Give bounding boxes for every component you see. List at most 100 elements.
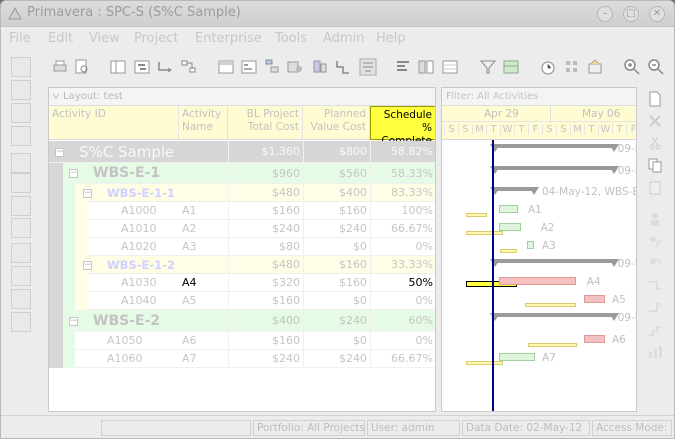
menu-view[interactable]: View [89, 31, 120, 46]
work-products-icon[interactable] [11, 218, 31, 238]
zoom-out-icon[interactable] [647, 58, 665, 76]
assign-step-icon[interactable] [647, 321, 663, 337]
cell-activity-name[interactable]: A6 [182, 332, 197, 350]
cell-bl-project-total-cost[interactable]: $160 [228, 292, 303, 310]
cell-schedule-percent-complete[interactable]: 0% [370, 332, 435, 350]
cell-planned-value-cost[interactable]: $0 [303, 332, 370, 350]
wbs-summary-bar[interactable] [490, 144, 619, 152]
layout-top-icon[interactable] [217, 58, 235, 76]
activity-row[interactable]: A1030 A4 $320 $160 50% [49, 274, 435, 292]
collapse-toggle-icon[interactable]: − [83, 189, 92, 198]
zoom-in-icon[interactable] [623, 58, 641, 76]
cell-bl-project-total-cost[interactable]: $160 [228, 332, 303, 350]
delete-icon[interactable] [647, 113, 663, 129]
cell-planned-value-cost[interactable]: $400 [303, 184, 370, 202]
wbs-summary-bar[interactable] [490, 259, 619, 267]
cell-activity-id[interactable]: A1040 [121, 292, 157, 310]
cell-planned-value-cost[interactable]: $160 [303, 202, 370, 220]
new-document-icon[interactable] [647, 91, 663, 107]
baseline-bar[interactable] [466, 361, 503, 365]
issues-icon[interactable] [11, 243, 31, 263]
schedule-icon[interactable] [359, 58, 377, 76]
cell-schedule-percent-complete[interactable]: 58.33% [370, 163, 435, 184]
cell-schedule-percent-complete[interactable]: 0% [370, 292, 435, 310]
activity-table-icon[interactable] [240, 58, 258, 76]
cell-activity-name[interactable]: A1 [182, 202, 197, 220]
minimize-button[interactable]: – [597, 6, 613, 22]
cell-activity-name[interactable]: A7 [182, 350, 197, 368]
activity-row[interactable]: A1040 A5 $160 $0 0% [49, 292, 435, 310]
activity-bar-actual[interactable] [526, 241, 534, 249]
cell-bl-project-total-cost[interactable]: $480 [228, 256, 303, 274]
cell-bl-project-total-cost[interactable]: $1,360 [228, 141, 303, 163]
header-planned-value-cost[interactable]: Planned Value Cost [303, 106, 370, 140]
wbs-summary-bar[interactable] [490, 166, 619, 174]
cell-activity-id[interactable]: A1050 [107, 332, 143, 350]
cell-planned-value-cost[interactable]: $0 [303, 292, 370, 310]
menu-tools[interactable]: Tools [275, 31, 307, 46]
assign-resource-icon[interactable] [647, 211, 663, 227]
print-preview-icon[interactable] [73, 58, 91, 76]
store-period-icon[interactable] [586, 58, 604, 76]
cell-bl-project-total-cost[interactable]: $240 [228, 350, 303, 368]
activity-bar-remaining[interactable] [584, 335, 605, 343]
activity-row[interactable]: A1000 A1 $160 $160 100% [49, 202, 435, 220]
tracking-icon[interactable] [11, 126, 31, 146]
columns-icon[interactable] [109, 58, 127, 76]
baseline-bar[interactable] [528, 343, 577, 347]
wbs-row[interactable]: − WBS-E-1-2 $480 $160 33.33% [49, 256, 435, 274]
cell-activity-id[interactable]: A1060 [107, 350, 143, 368]
activity-bar-remaining[interactable] [584, 295, 605, 303]
cell-activity-id[interactable]: A1020 [121, 238, 157, 256]
menu-enterprise[interactable]: Enterprise [195, 31, 262, 46]
activity-bar-actual[interactable] [498, 353, 535, 361]
bars-icon[interactable] [133, 58, 151, 76]
cell-activity-id[interactable]: WBS-E-1 [93, 163, 160, 184]
cell-activity-name[interactable]: A2 [182, 220, 197, 238]
projects-icon[interactable] [11, 57, 31, 77]
wbs-row[interactable]: − WBS-E-2 $400 $240 60% [49, 310, 435, 332]
copy-icon[interactable] [647, 157, 663, 173]
assignments-directory-icon[interactable] [11, 196, 31, 216]
collapse-toggle-icon[interactable]: − [83, 261, 92, 270]
collapse-toggle-icon[interactable]: − [69, 317, 78, 326]
cell-bl-project-total-cost[interactable]: $960 [228, 163, 303, 184]
resources-icon[interactable] [286, 58, 304, 76]
assign-successor-icon[interactable] [647, 299, 663, 315]
cell-planned-value-cost[interactable]: $160 [303, 256, 370, 274]
cell-bl-project-total-cost[interactable]: $80 [228, 238, 303, 256]
resources-directory-icon[interactable] [11, 80, 31, 100]
wbs-row[interactable]: − WBS-E-1-1 $480 $400 83.33% [49, 184, 435, 202]
cell-schedule-percent-complete[interactable]: 50% [370, 274, 435, 292]
close-button[interactable]: ✕ [649, 6, 665, 22]
reports-icon[interactable] [11, 103, 31, 123]
print-icon[interactable] [51, 58, 69, 76]
cell-planned-value-cost[interactable]: $240 [303, 350, 370, 368]
activity-bar-remaining[interactable] [498, 277, 576, 285]
wbs-directory-icon[interactable] [11, 153, 31, 173]
wbs-summary-bar[interactable] [490, 187, 539, 195]
activity-bar-actual[interactable] [498, 205, 519, 213]
assign-code-icon[interactable] [647, 255, 663, 271]
cell-schedule-percent-complete[interactable]: 66.67% [370, 220, 435, 238]
risks-icon[interactable] [11, 266, 31, 286]
baseline-bar[interactable] [466, 231, 503, 235]
header-schedule-percent-complete[interactable]: Schedule % Complete [370, 106, 435, 147]
menu-file[interactable]: File [9, 31, 31, 46]
activity-row[interactable]: A1020 A3 $80 $0 0% [49, 238, 435, 256]
expand-arrow-icon[interactable] [11, 312, 31, 332]
cell-bl-project-total-cost[interactable]: $400 [228, 310, 303, 332]
header-activity-name[interactable]: Activity Name [179, 106, 228, 140]
cell-planned-value-cost[interactable]: $0 [303, 238, 370, 256]
filter-bar[interactable]: Filter: All Activities [442, 88, 636, 106]
cell-activity-name[interactable]: A4 [182, 274, 197, 292]
wbs-row[interactable]: − WBS-E-1 $960 $560 58.33% [49, 163, 435, 184]
activity-bar-actual[interactable] [498, 223, 521, 231]
filter-icon[interactable] [479, 58, 497, 76]
level-resources-icon[interactable] [563, 58, 581, 76]
cell-activity-id[interactable]: WBS-E-1-1 [107, 184, 175, 202]
wbs-summary-bar[interactable] [490, 313, 619, 321]
layout-bar[interactable]: Layout: test [49, 88, 435, 106]
activity-row[interactable]: A1010 A2 $240 $240 66.67% [49, 220, 435, 238]
cell-activity-id[interactable]: A1030 [121, 274, 157, 292]
